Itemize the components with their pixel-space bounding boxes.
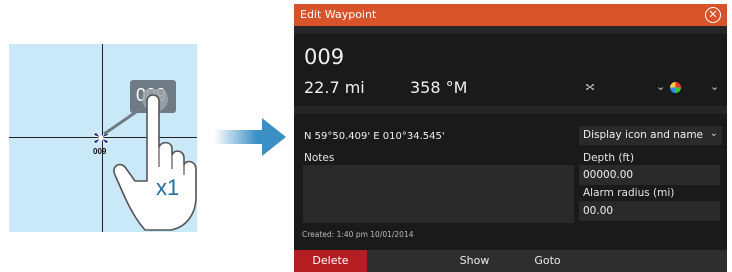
display-mode-dropdown[interactable]: Display icon and name ⌄ <box>579 126 722 145</box>
color-wheel-icon[interactable] <box>670 82 681 93</box>
alarm-radius-label: Alarm radius (mi) <box>583 187 675 199</box>
delete-button[interactable]: Delete <box>294 250 367 272</box>
tap-hand-icon <box>113 89 197 231</box>
display-mode-value: Display icon and name <box>583 129 704 141</box>
section-divider <box>294 26 727 34</box>
dialog-button-bar: Delete Show Goto <box>294 250 727 272</box>
section-divider <box>294 106 727 114</box>
distance-readout: 22.7 mi <box>304 78 365 97</box>
right-arrow-icon <box>214 118 286 156</box>
dialog-title: Edit Waypoint <box>300 8 377 21</box>
goto-button[interactable]: Goto <box>511 250 584 272</box>
depth-input[interactable]: 00000.00 <box>579 165 720 185</box>
depth-label: Depth (ft) <box>583 152 635 164</box>
alarm-radius-value: 00.00 <box>583 205 614 217</box>
notes-textarea[interactable] <box>303 165 574 223</box>
chevron-down-icon[interactable]: ⌄ <box>710 80 719 93</box>
dialog-titlebar: Edit Waypoint ✕ <box>294 4 727 26</box>
waypoint-name-field[interactable]: 009 <box>304 45 344 69</box>
notes-label: Notes <box>304 152 335 164</box>
edit-waypoint-dialog: Edit Waypoint ✕ 009 22.7 mi 358 °M ⌄ ⌄ N… <box>294 4 727 272</box>
chevron-down-icon: ⌄ <box>709 128 718 139</box>
depth-value: 00000.00 <box>583 169 634 181</box>
alarm-radius-input[interactable]: 00.00 <box>579 201 720 221</box>
chart-map-illustration: 009 009 x1 <box>9 44 197 232</box>
position-field[interactable]: N 59°50.409' E 010°34.545' <box>304 131 445 142</box>
icon-color-selectors: ⌄ ⌄ <box>582 80 722 98</box>
show-button[interactable]: Show <box>438 250 511 272</box>
tap-count-label: x1 <box>156 175 180 200</box>
close-icon[interactable]: ✕ <box>705 7 721 23</box>
created-timestamp: Created: 1:40 pm 10/01/2014 <box>302 230 414 239</box>
chevron-down-icon[interactable]: ⌄ <box>656 80 665 93</box>
waypoint-symbol-icon[interactable] <box>586 83 594 91</box>
bearing-readout: 358 °M <box>410 78 468 97</box>
